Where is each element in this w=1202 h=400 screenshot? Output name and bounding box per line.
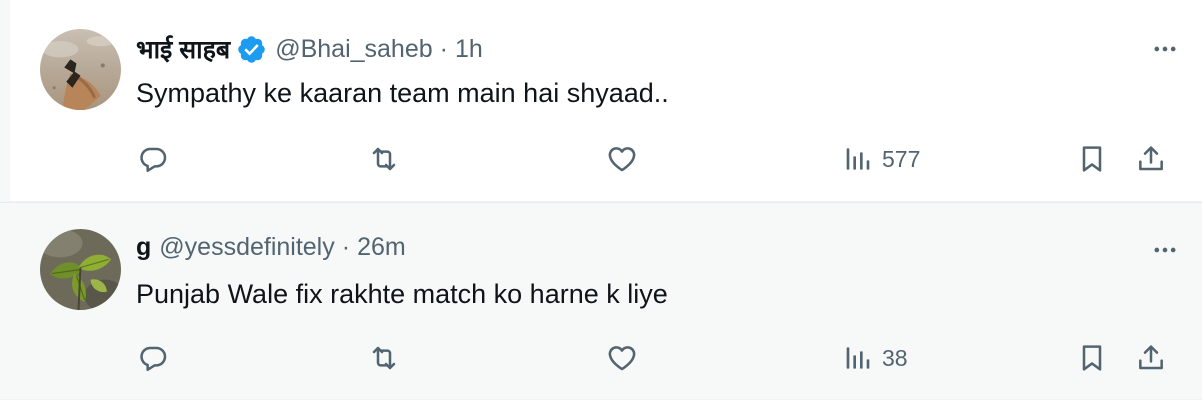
tweet-header: भाई साहब @Bhai_saheb · 1h bbox=[136, 32, 483, 66]
like-button[interactable] bbox=[606, 139, 638, 179]
display-name[interactable]: भाई साहब bbox=[136, 32, 230, 66]
views-count: 577 bbox=[882, 145, 921, 172]
separator-dot: · bbox=[341, 232, 351, 261]
avatar-green-leaves-image bbox=[40, 229, 121, 310]
views-icon bbox=[842, 143, 874, 175]
share-icon bbox=[1135, 143, 1167, 175]
bookmark-button[interactable] bbox=[1076, 338, 1108, 378]
retweet-icon bbox=[368, 342, 400, 374]
tweet-header: g @yessdefinitely · 26m bbox=[136, 230, 406, 264]
tweet-actions: 38 bbox=[0, 338, 1202, 378]
bookmark-icon bbox=[1076, 143, 1108, 175]
avatar[interactable] bbox=[40, 229, 121, 310]
user-handle[interactable]: @Bhai_saheb bbox=[275, 35, 432, 64]
reply-feed: भाई साहब @Bhai_saheb · 1h Sympathy ke ka… bbox=[0, 0, 1202, 400]
views-button[interactable]: 38 bbox=[842, 338, 908, 378]
heart-icon bbox=[606, 143, 638, 175]
share-icon bbox=[1135, 342, 1167, 374]
reply-button[interactable] bbox=[137, 338, 169, 378]
tweet[interactable]: भाई साहब @Bhai_saheb · 1h Sympathy ke ka… bbox=[0, 0, 1202, 202]
share-button[interactable] bbox=[1135, 338, 1167, 378]
tweet[interactable]: g @yessdefinitely · 26m Punjab Wale fix … bbox=[0, 202, 1202, 400]
views-button[interactable]: 577 bbox=[842, 139, 920, 179]
avatar-beach-legs-image bbox=[40, 29, 121, 110]
display-name[interactable]: g bbox=[136, 233, 151, 262]
tweet-text: Sympathy ke kaaran team main hai shyaad.… bbox=[136, 78, 669, 108]
more-icon[interactable] bbox=[1148, 233, 1182, 267]
reply-button[interactable] bbox=[137, 139, 169, 179]
views-count: 38 bbox=[882, 344, 908, 371]
heart-icon bbox=[606, 342, 638, 374]
views-icon bbox=[842, 342, 874, 374]
reply-icon bbox=[137, 143, 169, 175]
retweet-button[interactable] bbox=[368, 338, 400, 378]
bookmark-button[interactable] bbox=[1076, 139, 1108, 179]
timestamp[interactable]: 26m bbox=[357, 233, 406, 262]
tweet-actions: 577 bbox=[0, 139, 1202, 179]
retweet-button[interactable] bbox=[368, 139, 400, 179]
avatar[interactable] bbox=[40, 29, 121, 110]
verified-badge-icon bbox=[236, 34, 267, 65]
tweet-text: Punjab Wale fix rakhte match ko harne k … bbox=[136, 279, 668, 309]
reply-icon bbox=[137, 342, 169, 374]
separator-dot: · bbox=[439, 34, 448, 63]
more-icon[interactable] bbox=[1148, 32, 1182, 66]
like-button[interactable] bbox=[606, 338, 638, 378]
bookmark-icon bbox=[1076, 342, 1108, 374]
retweet-icon bbox=[368, 143, 400, 175]
user-handle[interactable]: @yessdefinitely bbox=[159, 233, 334, 262]
share-button[interactable] bbox=[1135, 139, 1167, 179]
timestamp[interactable]: 1h bbox=[455, 35, 483, 64]
